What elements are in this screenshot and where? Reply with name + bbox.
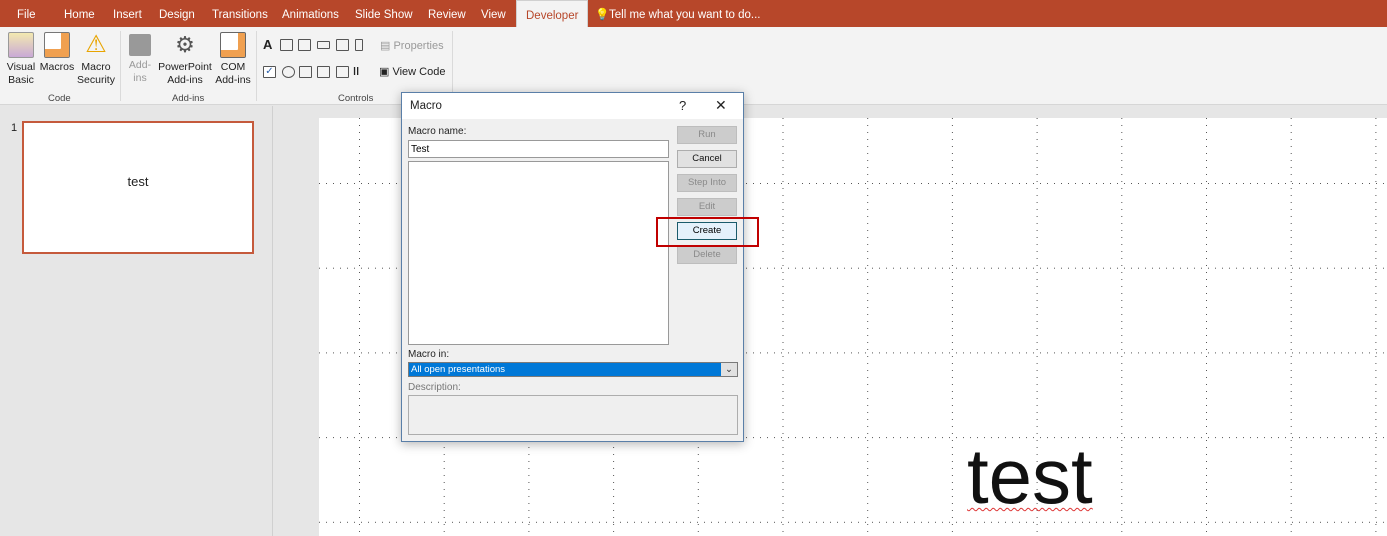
tab-view[interactable]: View — [481, 0, 506, 27]
description-label: Description: — [408, 382, 461, 393]
divider — [256, 31, 257, 101]
add-ins-button: Add-ins — [125, 32, 155, 85]
selected-value: All open presentations — [411, 364, 506, 375]
list-box-control-icon[interactable] — [299, 66, 312, 78]
label-control-icon[interactable]: A — [263, 37, 272, 52]
edit-button: Edit — [677, 198, 737, 216]
group-controls-label: Controls — [338, 93, 374, 104]
text-box-control-icon[interactable] — [280, 39, 293, 51]
slide-text[interactable]: test — [967, 426, 1093, 526]
macros-button[interactable]: Macros — [39, 32, 75, 74]
label: Add-ins — [167, 74, 203, 86]
com-add-ins-icon — [220, 32, 246, 58]
tab-slide-show[interactable]: Slide Show — [355, 0, 413, 27]
divider — [120, 31, 121, 101]
divider — [452, 31, 453, 101]
visual-basic-button[interactable]: Visual Basic — [4, 32, 38, 87]
help-button[interactable]: ? — [679, 98, 686, 113]
label: COM — [220, 61, 246, 73]
highlight-box — [656, 217, 759, 247]
macro-in-select[interactable]: All open presentations ⌄ — [408, 362, 738, 377]
toggle-button-control-icon[interactable] — [336, 66, 349, 78]
macro-name-input[interactable] — [408, 140, 669, 158]
tab-design[interactable]: Design — [159, 0, 195, 27]
slide-thumbnail[interactable]: test — [22, 121, 254, 254]
label: Macro — [81, 61, 111, 73]
checkbox-control-icon[interactable]: ✓ — [263, 66, 276, 78]
tab-insert[interactable]: Insert — [113, 0, 142, 27]
tab-developer[interactable]: Developer — [516, 0, 589, 27]
label: View Code — [392, 66, 446, 78]
label: Properties — [393, 40, 444, 52]
macro-dialog: Macro ? ✕ Macro name: Run Cancel Step In… — [401, 92, 744, 442]
macro-security-button[interactable]: ⚠ Macro Security — [77, 32, 115, 87]
close-button[interactable]: ✕ — [715, 97, 727, 114]
dialog-titlebar: Macro ? ✕ — [402, 93, 743, 119]
macros-icon — [44, 32, 70, 58]
more-controls-icon[interactable]: ǀǀ — [353, 66, 366, 78]
tell-me-search[interactable]: Tell me what you want to do... — [609, 0, 761, 27]
group-add-ins-label: Add-ins — [172, 93, 205, 104]
label: Macros — [39, 61, 75, 73]
step-into-button: Step Into — [677, 174, 737, 192]
image-control-icon[interactable] — [336, 39, 349, 51]
chevron-down-icon[interactable]: ⌄ — [721, 363, 737, 376]
properties-button: ▤ Properties — [380, 40, 444, 52]
label: Visual — [6, 61, 36, 73]
tab-review[interactable]: Review — [428, 0, 466, 27]
thumb-text: test — [127, 174, 149, 189]
cancel-button[interactable]: Cancel — [677, 150, 737, 168]
dialog-title: Macro — [410, 100, 442, 112]
slide-number: 1 — [11, 122, 18, 134]
run-button: Run — [677, 126, 737, 144]
tab-home[interactable]: Home — [64, 0, 95, 27]
add-ins-icon — [129, 34, 151, 56]
combo-box-control-icon[interactable] — [317, 66, 330, 78]
label: Security — [77, 74, 115, 86]
spin-button-control-icon[interactable] — [298, 39, 311, 51]
com-add-ins-button[interactable]: COM Add-ins — [213, 32, 253, 87]
description-box — [408, 395, 738, 435]
gears-icon: ⚙ — [175, 32, 195, 57]
label: PowerPoint — [158, 61, 212, 73]
macro-list[interactable] — [408, 161, 669, 345]
lightbulb-icon: 💡 — [595, 9, 610, 21]
warning-icon: ⚠ — [85, 31, 107, 58]
label: Add-ins — [215, 74, 251, 86]
macro-name-label: Macro name: — [408, 126, 467, 137]
tab-file[interactable]: File — [17, 0, 36, 27]
label: Basic — [8, 74, 34, 86]
command-button-control-icon[interactable] — [317, 41, 330, 49]
powerpoint-add-ins-button[interactable]: ⚙ PowerPoint Add-ins — [157, 32, 213, 87]
delete-button: Delete — [677, 246, 737, 264]
visual-basic-icon — [8, 32, 34, 58]
label: Add- — [128, 59, 152, 71]
group-code-label: Code — [48, 93, 71, 104]
macro-in-label: Macro in: — [408, 349, 450, 360]
tab-transitions[interactable]: Transitions — [212, 0, 268, 27]
view-code-button[interactable]: ▣ View Code — [379, 65, 445, 78]
ribbon-tabs: File Home Insert Design Transitions Anim… — [0, 0, 1387, 27]
scroll-bar-control-icon[interactable] — [355, 39, 363, 51]
label: ins — [133, 72, 147, 84]
tab-animations[interactable]: Animations — [282, 0, 339, 27]
option-button-control-icon[interactable] — [282, 66, 295, 78]
